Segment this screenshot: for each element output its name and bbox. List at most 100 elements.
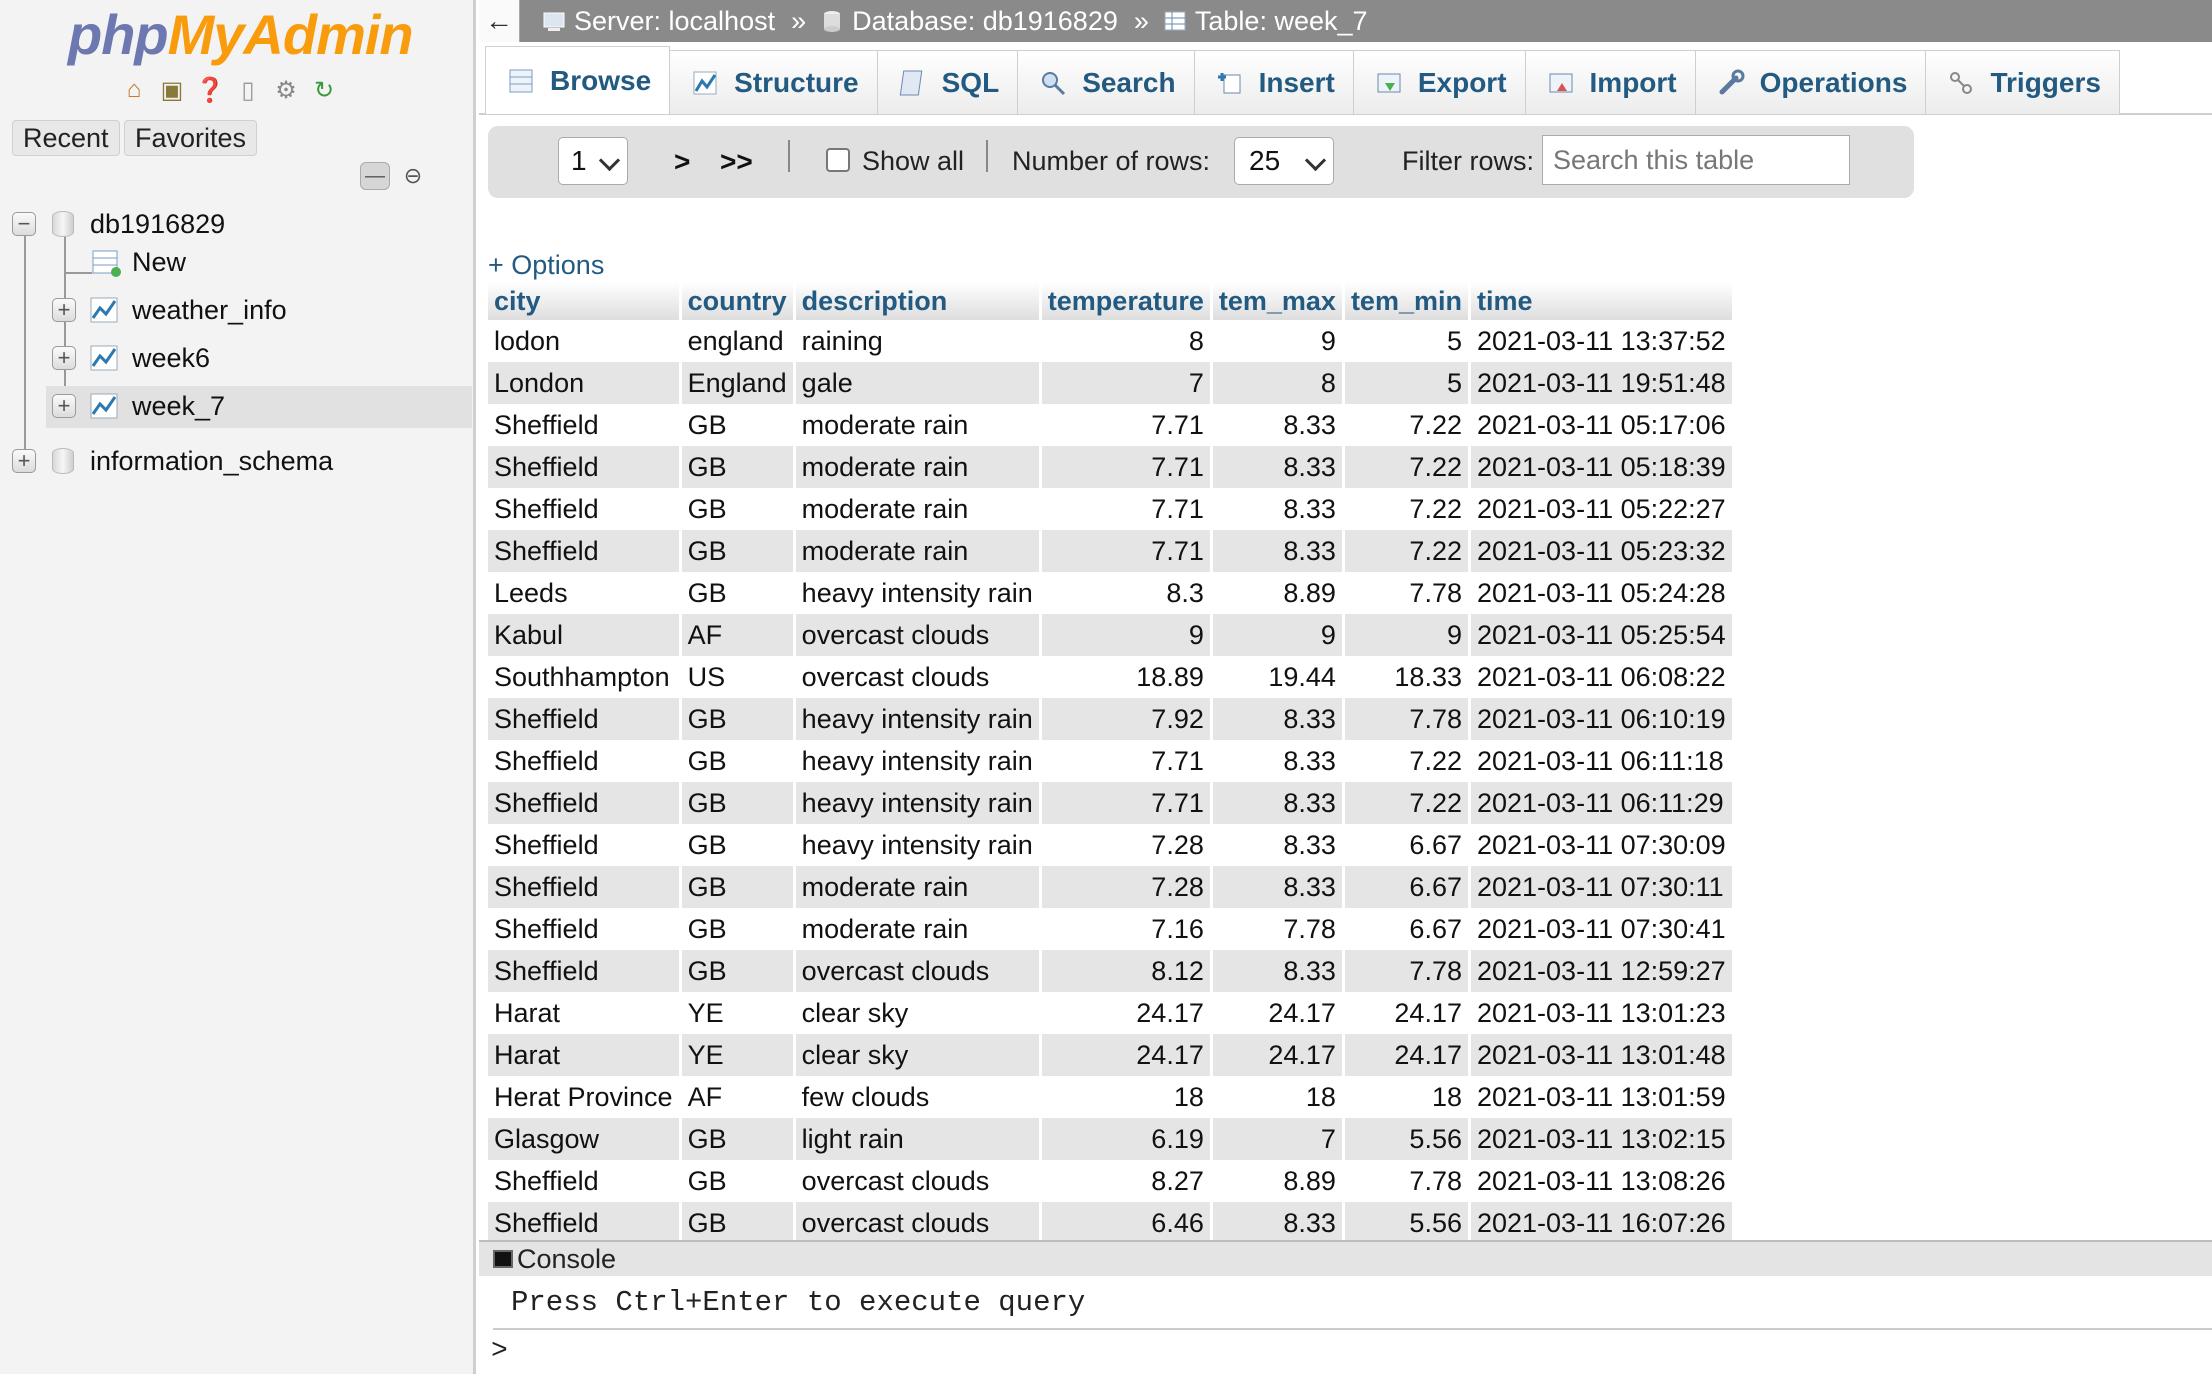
cell-description[interactable]: overcast clouds — [794, 1202, 1042, 1244]
cell-city[interactable]: Sheffield — [488, 698, 682, 740]
cell-country[interactable]: GB — [680, 404, 796, 446]
cell-country[interactable]: US — [680, 656, 796, 698]
table-row[interactable]: Glasgow GB light rain 6.19 7 5.56 2021-03-11 1… — [488, 1118, 1735, 1160]
table-row[interactable]: Leeds GB heavy intensity rain 8.3 8.89 7.78 20… — [488, 572, 1735, 614]
cell-time[interactable]: 2021-03-11 13:01:23 — [1469, 992, 1735, 1034]
cell-temperature[interactable]: 7.71 — [1040, 782, 1213, 824]
cell-tem_min[interactable]: 7.22 — [1343, 404, 1471, 446]
link-icon[interactable]: ⊖ — [398, 163, 428, 188]
cell-city[interactable]: Kabul — [488, 614, 682, 656]
table-row[interactable]: Sheffield GB overcast clouds 6.46 8.33 5.56 20… — [488, 1202, 1735, 1244]
cell-country[interactable]: YE — [680, 992, 796, 1034]
table-row[interactable]: Sheffield GB moderate rain 7.16 7.78 6.67 2021… — [488, 908, 1735, 950]
collapse-all-icon[interactable]: — — [360, 162, 390, 190]
cell-time[interactable]: 2021-03-11 19:51:48 — [1469, 362, 1735, 404]
cell-city[interactable]: Sheffield — [488, 866, 682, 908]
cell-temperature[interactable]: 24.17 — [1040, 1034, 1213, 1076]
cell-time[interactable]: 2021-03-11 13:02:15 — [1469, 1118, 1735, 1160]
cell-country[interactable]: England — [680, 362, 796, 404]
cell-city[interactable]: Sheffield — [488, 824, 682, 866]
cell-tem_min[interactable]: 5.56 — [1343, 1118, 1471, 1160]
cell-tem_max[interactable]: 8.33 — [1211, 950, 1345, 992]
table-row[interactable]: Sheffield GB moderate rain 7.28 8.33 6.67 2021… — [488, 866, 1735, 908]
cell-city[interactable]: Southhampton — [488, 656, 682, 698]
cell-city[interactable]: Sheffield — [488, 740, 682, 782]
cell-city[interactable]: Sheffield — [488, 446, 682, 488]
cell-time[interactable]: 2021-03-11 12:59:27 — [1469, 950, 1735, 992]
phpmyadmin-logo[interactable]: phpMyAdmin — [68, 2, 414, 67]
cell-city[interactable]: Leeds — [488, 572, 682, 614]
cell-city[interactable]: Sheffield — [488, 782, 682, 824]
cell-tem_min[interactable]: 7.78 — [1343, 698, 1471, 740]
column-header-description[interactable]: description — [794, 282, 1042, 320]
cell-tem_min[interactable]: 5.56 — [1343, 1202, 1471, 1244]
cell-time[interactable]: 2021-03-11 13:08:26 — [1469, 1160, 1735, 1202]
cell-description[interactable]: moderate rain — [794, 488, 1042, 530]
settings-icon[interactable]: ⚙ — [270, 74, 302, 106]
tab-sql[interactable]: SQL — [876, 50, 1019, 114]
cell-description[interactable]: moderate rain — [794, 530, 1042, 572]
cell-description[interactable]: overcast clouds — [794, 950, 1042, 992]
column-header-city[interactable]: city — [488, 282, 682, 320]
reload-icon[interactable]: ↻ — [308, 74, 340, 106]
cell-country[interactable]: GB — [680, 698, 796, 740]
cell-temperature[interactable]: 6.19 — [1040, 1118, 1213, 1160]
table-row[interactable]: Sheffield GB moderate rain 7.71 8.33 7.22 2021… — [488, 488, 1735, 530]
cell-temperature[interactable]: 7.71 — [1040, 404, 1213, 446]
cell-country[interactable]: GB — [680, 488, 796, 530]
cell-tem_min[interactable]: 24.17 — [1343, 992, 1471, 1034]
show-all-checkbox[interactable] — [826, 148, 850, 172]
cell-city[interactable]: Sheffield — [488, 1202, 682, 1244]
tab-import[interactable]: Import — [1524, 50, 1696, 114]
cell-tem_max[interactable]: 8.33 — [1211, 488, 1345, 530]
cell-description[interactable]: moderate rain — [794, 866, 1042, 908]
table-row[interactable]: Harat YE clear sky 24.17 24.17 24.17 2021-03-1… — [488, 992, 1735, 1034]
cell-description[interactable]: heavy intensity rain — [794, 782, 1042, 824]
cell-description[interactable]: gale — [794, 362, 1042, 404]
cell-tem_min[interactable]: 6.67 — [1343, 824, 1471, 866]
cell-temperature[interactable]: 7.71 — [1040, 488, 1213, 530]
cell-country[interactable]: AF — [680, 1076, 796, 1118]
expand-table-icon[interactable]: + — [52, 394, 76, 418]
cell-city[interactable]: Sheffield — [488, 908, 682, 950]
table-row[interactable]: Sheffield GB heavy intensity rain 7.71 8.33 7… — [488, 782, 1735, 824]
cell-tem_min[interactable]: 7.22 — [1343, 446, 1471, 488]
tree-table-week_7[interactable]: week_7 — [132, 386, 225, 426]
table-row[interactable]: Kabul AF overcast clouds 9 9 9 2021-03-11 05:2… — [488, 614, 1735, 656]
cell-temperature[interactable]: 7.28 — [1040, 824, 1213, 866]
table-row[interactable]: Herat Province AF few clouds 18 18 18 2021-03-… — [488, 1076, 1735, 1118]
cell-country[interactable]: GB — [680, 866, 796, 908]
cell-time[interactable]: 2021-03-11 06:08:22 — [1469, 656, 1735, 698]
table-row[interactable]: lodon england raining 8 9 5 2021-03-11 13:37:5… — [488, 320, 1735, 362]
console-body[interactable]: Press Ctrl+Enter to execute query > — [479, 1276, 2212, 1374]
options-link[interactable]: + Options — [488, 250, 604, 281]
cell-temperature[interactable]: 7 — [1040, 362, 1213, 404]
cell-city[interactable]: Sheffield — [488, 488, 682, 530]
cell-time[interactable]: 2021-03-11 07:30:41 — [1469, 908, 1735, 950]
cell-temperature[interactable]: 7.71 — [1040, 530, 1213, 572]
table-row[interactable]: Sheffield GB overcast clouds 8.12 8.33 7.78 20… — [488, 950, 1735, 992]
cell-tem_max[interactable]: 24.17 — [1211, 992, 1345, 1034]
cell-description[interactable]: light rain — [794, 1118, 1042, 1160]
cell-tem_max[interactable]: 8.33 — [1211, 740, 1345, 782]
page-number-select[interactable]: 1 — [558, 137, 628, 185]
cell-tem_min[interactable]: 18 — [1343, 1076, 1471, 1118]
cell-time[interactable]: 2021-03-11 05:24:28 — [1469, 572, 1735, 614]
cell-temperature[interactable]: 7.28 — [1040, 866, 1213, 908]
cell-country[interactable]: GB — [680, 950, 796, 992]
tab-insert[interactable]: Insert — [1193, 50, 1354, 114]
cell-description[interactable]: overcast clouds — [794, 614, 1042, 656]
cell-description[interactable]: heavy intensity rain — [794, 740, 1042, 782]
cell-tem_min[interactable]: 7.78 — [1343, 1160, 1471, 1202]
cell-description[interactable]: raining — [794, 320, 1042, 362]
cell-tem_max[interactable]: 8.89 — [1211, 572, 1345, 614]
filter-rows-input[interactable] — [1542, 135, 1850, 185]
cell-tem_min[interactable]: 18.33 — [1343, 656, 1471, 698]
recent-button[interactable]: Recent — [12, 120, 120, 156]
cell-tem_max[interactable]: 8.33 — [1211, 404, 1345, 446]
cell-country[interactable]: GB — [680, 446, 796, 488]
cell-time[interactable]: 2021-03-11 13:37:52 — [1469, 320, 1735, 362]
cell-tem_max[interactable]: 8.33 — [1211, 824, 1345, 866]
cell-city[interactable]: Sheffield — [488, 530, 682, 572]
breadcrumb-table[interactable]: Table: week_7 — [1163, 6, 1368, 37]
